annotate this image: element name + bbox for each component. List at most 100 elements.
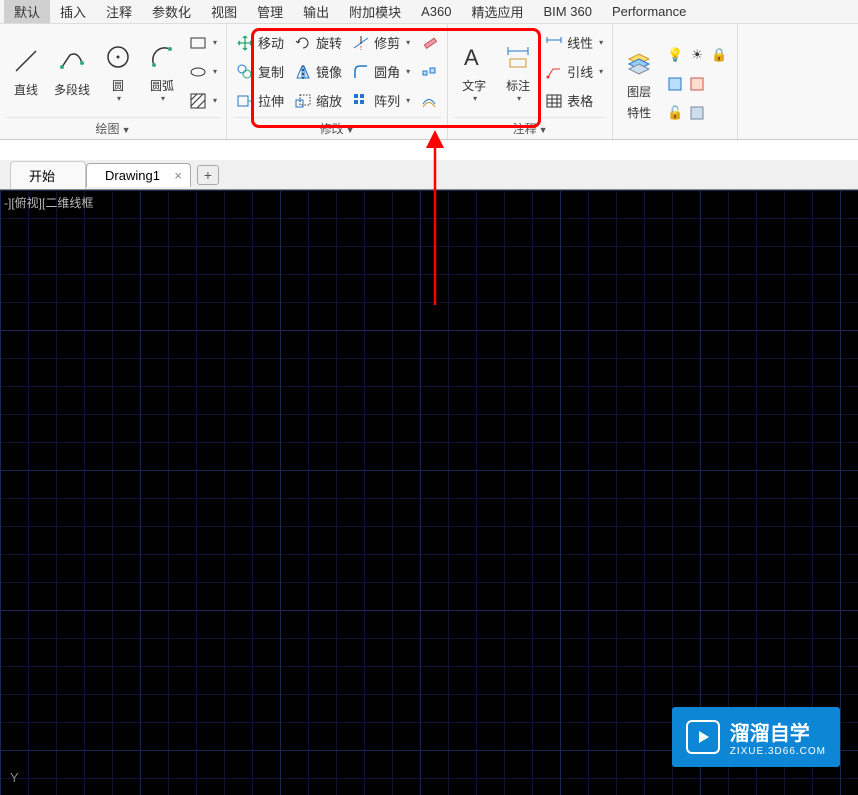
linear-label: 线性 [567, 33, 593, 52]
layers-icon [623, 47, 655, 79]
grid [0, 190, 858, 795]
menu-manage[interactable]: 管理 [247, 0, 293, 23]
mirror-button[interactable]: 镜像 [291, 59, 345, 85]
menu-a360[interactable]: A360 [411, 2, 461, 21]
dimension-icon [502, 41, 534, 73]
watermark-url: ZIXUE.3D66.COM [730, 746, 826, 757]
arc-button[interactable]: 圆弧▾ [142, 28, 182, 115]
linear-icon [545, 34, 563, 52]
array-icon [352, 92, 370, 110]
ellipse-icon [189, 63, 207, 81]
layer-state-2[interactable] [663, 71, 731, 97]
offset-button[interactable] [417, 88, 441, 114]
menu-default[interactable]: 默认 [4, 0, 50, 23]
menu-output[interactable]: 输出 [293, 0, 339, 23]
watermark-text: 溜溜自学 [730, 717, 826, 746]
rectangle-icon [189, 34, 207, 52]
lock-icon: 🔒 [710, 46, 728, 64]
freeze-icon [688, 104, 706, 122]
text-button[interactable]: A 文字▾ [454, 28, 494, 115]
rotate-button[interactable]: 旋转 [291, 30, 345, 56]
leader-label: 引线 [567, 62, 593, 81]
ribbon: 直线 多段线 圆▾ 圆弧▾ ▾ ▾ [0, 24, 858, 140]
move-label: 移动 [258, 33, 284, 52]
ucs-axis: Y [10, 770, 19, 785]
menu-bim360[interactable]: BIM 360 [534, 2, 602, 21]
leader-icon [545, 63, 563, 81]
add-tab-button[interactable]: + [197, 165, 219, 185]
hatch-icon [189, 92, 207, 110]
menu-bar: 默认 插入 注释 参数化 视图 管理 输出 附加模块 A360 精选应用 BIM… [0, 0, 858, 24]
scale-label: 缩放 [316, 91, 342, 110]
close-icon[interactable]: × [174, 168, 182, 183]
trim-icon [352, 34, 370, 52]
tab-start[interactable]: 开始 [10, 161, 86, 189]
move-icon [236, 34, 254, 52]
match2-icon [688, 75, 706, 93]
panel-annotate-label[interactable]: 注释▼ [454, 117, 606, 139]
dimension-button[interactable]: 标注▾ [498, 28, 538, 115]
lock2-icon: 🔓 [666, 104, 684, 122]
sun-icon: ☀ [688, 46, 706, 64]
menu-performance[interactable]: Performance [602, 2, 696, 21]
stretch-label: 拉伸 [258, 91, 284, 110]
panel-modify: 移动 复制 拉伸 旋转 镜像 缩放 修剪▾ 圆角▾ 阵列▾ 修改▼ [227, 24, 448, 139]
rotate-icon [294, 34, 312, 52]
array-button[interactable]: 阵列▾ [349, 88, 413, 114]
fillet-icon [352, 63, 370, 81]
layer-state-3[interactable]: 🔓 [663, 100, 731, 126]
line-button[interactable]: 直线 [6, 28, 46, 115]
panel-draw: 直线 多段线 圆▾ 圆弧▾ ▾ ▾ [0, 24, 227, 139]
polyline-button[interactable]: 多段线 [50, 28, 94, 115]
layer-props-button[interactable]: 图层 特性 [619, 28, 659, 139]
scale-button[interactable]: 缩放 [291, 88, 345, 114]
menu-insert[interactable]: 插入 [50, 0, 96, 23]
panel-annotate: A 文字▾ 标注▾ 线性▾ 引线▾ 表格 注释▼ [448, 24, 613, 139]
drawing-canvas[interactable]: -][俯视][二维线框 Y 溜溜自学 ZIXUE.3D66.COM [0, 190, 858, 795]
table-button[interactable]: 表格 [542, 88, 606, 114]
explode-button[interactable] [417, 59, 441, 85]
ellipse-button[interactable]: ▾ [186, 59, 220, 85]
leader-button[interactable]: 引线▾ [542, 59, 606, 85]
watermark: 溜溜自学 ZIXUE.3D66.COM [672, 707, 840, 767]
explode-icon [420, 63, 438, 81]
stretch-icon [236, 92, 254, 110]
menu-view[interactable]: 视图 [201, 0, 247, 23]
erase-button[interactable] [417, 30, 441, 56]
file-tabs: 开始 Drawing1× + [0, 160, 858, 190]
panel-modify-label[interactable]: 修改▼ [233, 117, 441, 139]
panel-draw-label[interactable]: 绘图▼ [6, 117, 220, 139]
linear-button[interactable]: 线性▾ [542, 30, 606, 56]
rectangle-button[interactable]: ▾ [186, 30, 220, 56]
circle-icon [102, 41, 134, 73]
tab-drawing1[interactable]: Drawing1× [86, 163, 191, 187]
text-icon: A [458, 41, 490, 73]
bulb-icon: 💡 [666, 46, 684, 64]
circle-button[interactable]: 圆▾ [98, 28, 138, 115]
erase-icon [420, 34, 438, 52]
svg-text:A: A [464, 45, 479, 70]
polyline-icon [56, 45, 88, 77]
table-icon [545, 92, 563, 110]
menu-featured[interactable]: 精选应用 [462, 0, 534, 23]
rotate-label: 旋转 [316, 33, 342, 52]
mirror-label: 镜像 [316, 62, 342, 81]
copy-icon [236, 63, 254, 81]
arc-icon [146, 41, 178, 73]
layer-state-1[interactable]: 💡☀🔒 [663, 42, 731, 68]
trim-label: 修剪 [374, 33, 400, 52]
move-button[interactable]: 移动 [233, 30, 287, 56]
copy-button[interactable]: 复制 [233, 59, 287, 85]
menu-addins[interactable]: 附加模块 [339, 0, 411, 23]
hatch-button[interactable]: ▾ [186, 88, 220, 114]
copy-label: 复制 [258, 62, 284, 81]
menu-annotate[interactable]: 注释 [96, 0, 142, 23]
stretch-button[interactable]: 拉伸 [233, 88, 287, 114]
fillet-button[interactable]: 圆角▾ [349, 59, 413, 85]
menu-parametric[interactable]: 参数化 [142, 0, 201, 23]
array-label: 阵列 [374, 91, 400, 110]
table-label: 表格 [567, 91, 593, 110]
viewport-label[interactable]: -][俯视][二维线框 [4, 194, 93, 211]
trim-button[interactable]: 修剪▾ [349, 30, 413, 56]
panel-layers: 图层 特性 💡☀🔒 🔓 [613, 24, 738, 139]
